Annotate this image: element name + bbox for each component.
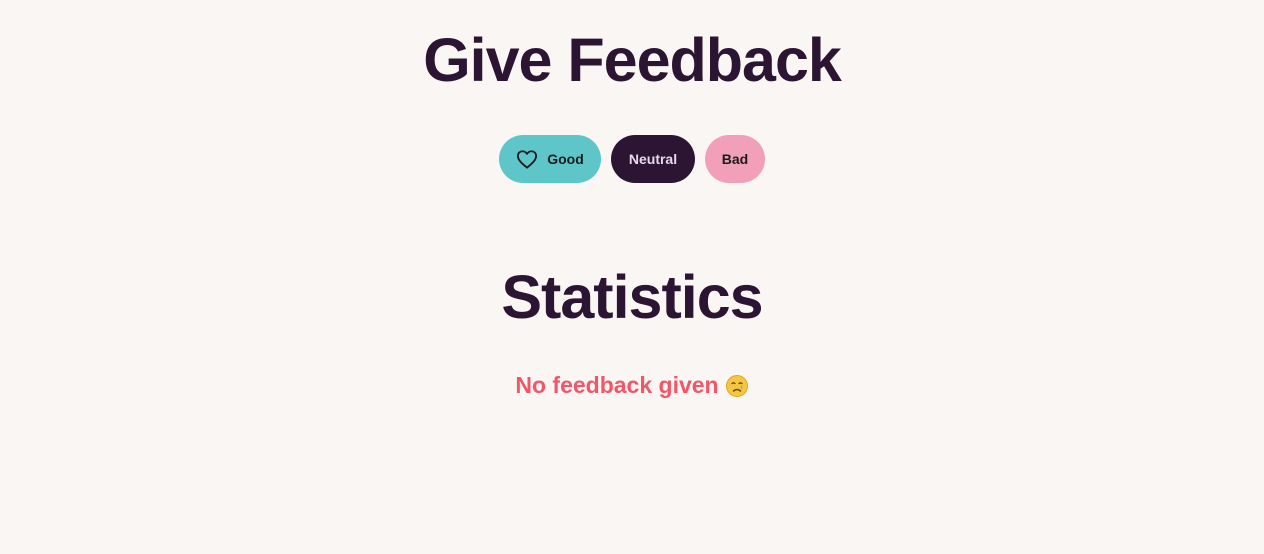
good-button[interactable]: Good — [499, 135, 601, 183]
statistics-title: Statistics — [501, 263, 763, 331]
neutral-button-label: Neutral — [628, 151, 678, 167]
bad-button-label: Bad — [721, 151, 749, 167]
neutral-button[interactable]: Neutral — [611, 135, 695, 183]
page-title: Give Feedback — [423, 26, 842, 94]
bad-button[interactable]: Bad — [705, 135, 765, 183]
feedback-app: Give Feedback Good Neutral Bad Statistic… — [0, 0, 1264, 554]
crying-face-icon — [725, 374, 749, 398]
feedback-button-group: Good Neutral Bad — [499, 135, 765, 183]
empty-message-text: No feedback given — [515, 372, 719, 398]
heart-outline-icon — [516, 149, 538, 169]
empty-statistics-message: No feedback given — [515, 372, 748, 399]
good-button-label: Good — [547, 151, 584, 167]
